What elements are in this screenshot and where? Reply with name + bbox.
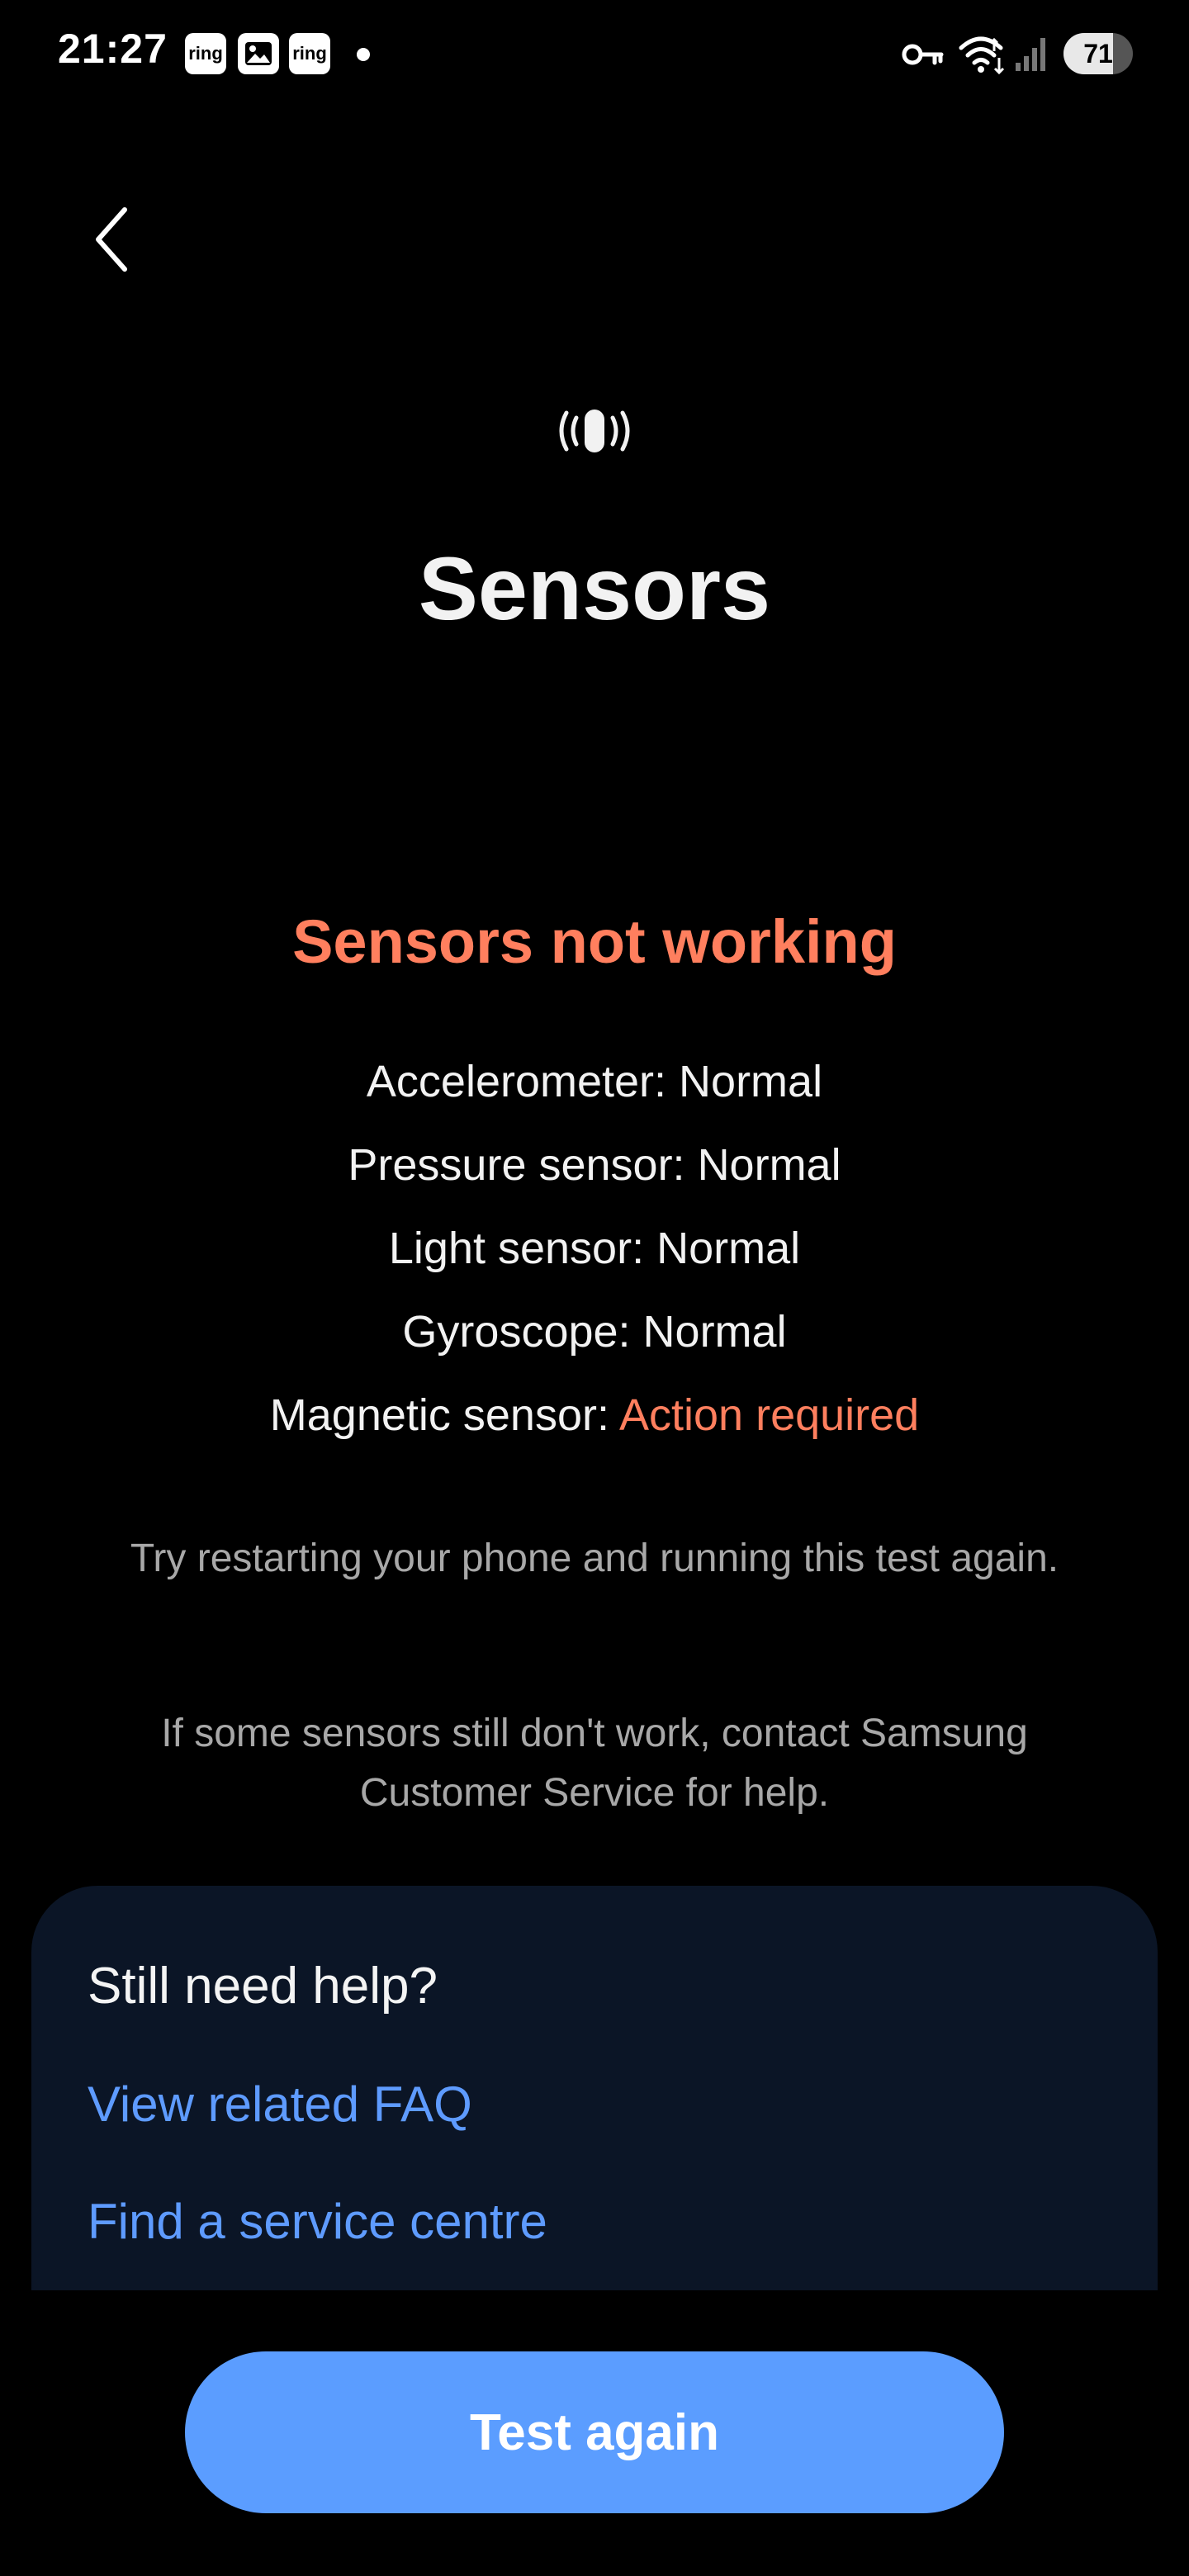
sensor-name: Pressure sensor: (348, 1140, 698, 1190)
restart-hint: Try restarting your phone and running th… (130, 1537, 1059, 1580)
sensor-status: Normal (656, 1224, 801, 1273)
find-service-centre-link[interactable]: Find a service centre (88, 2193, 547, 2250)
sensor-name: Light sensor: (388, 1224, 657, 1273)
status-time: 21:27 (58, 26, 168, 72)
sensor-status-warning: Action required (619, 1390, 920, 1440)
help-title: Still need help? (88, 1958, 438, 2015)
sensor-result-pressure: Pressure sensor: Normal (0, 1136, 1189, 1219)
sensor-result-light: Light sensor: Normal (0, 1219, 1189, 1303)
sensor-status: Normal (642, 1307, 787, 1357)
test-again-button[interactable]: Test again (185, 2351, 1004, 2513)
ring-notification-icon: ring (289, 33, 330, 74)
view-faq-link[interactable]: View related FAQ (88, 2076, 472, 2133)
gallery-notification-icon (238, 33, 279, 74)
status-bar: 21:27 ring ring 71 (0, 0, 1189, 107)
wifi-icon (958, 33, 1007, 80)
chevron-left-icon (96, 207, 127, 272)
more-notifications-dot (357, 48, 370, 61)
sensor-name: Gyroscope: (402, 1307, 643, 1357)
back-button[interactable] (79, 198, 145, 281)
contact-hint: If some sensors still don't work, contac… (161, 1712, 1028, 1815)
battery-level: 71 (1083, 39, 1113, 69)
sensor-result-magnetic: Magnetic sensor: Action required (0, 1386, 1189, 1470)
vpn-key-icon (902, 40, 945, 73)
ring-notification-icon: ring (185, 33, 226, 74)
sensor-result-gyroscope: Gyroscope: Normal (0, 1303, 1189, 1386)
battery-indicator: 71 (1063, 33, 1133, 74)
test-result-status: Sensors not working (292, 907, 897, 976)
sensor-results-list: Accelerometer: Normal Pressure sensor: N… (0, 1053, 1189, 1470)
signal-strength-icon (1014, 33, 1050, 77)
sensor-status: Normal (679, 1057, 823, 1106)
sensor-name: Magnetic sensor: (269, 1390, 619, 1440)
sensor-result-accelerometer: Accelerometer: Normal (0, 1053, 1189, 1136)
sensor-status: Normal (697, 1140, 841, 1190)
help-card: Still need help? View related FAQ Find a… (31, 1886, 1158, 2290)
sensor-name: Accelerometer: (366, 1057, 680, 1106)
page-title: Sensors (418, 538, 771, 638)
vibration-icon (545, 405, 644, 457)
